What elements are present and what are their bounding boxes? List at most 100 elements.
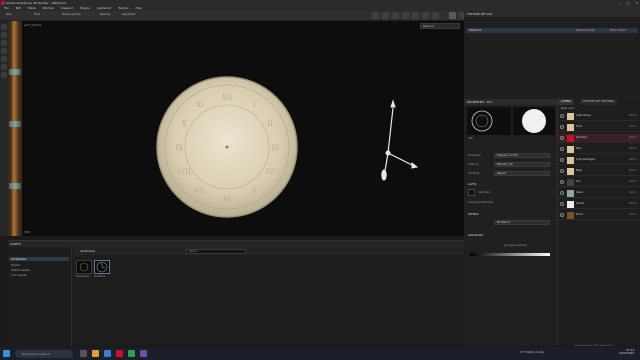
browser-icon[interactable]	[104, 350, 111, 357]
geometry-fill-tool-icon[interactable]	[1, 48, 7, 54]
layer-blend-mode[interactable]: Norm 1	[629, 114, 637, 117]
layer-thumb	[567, 179, 574, 186]
asset-thumbnail[interactable]	[76, 260, 92, 274]
asset-thumbnail-label: Clockface	[94, 275, 106, 278]
brush-icon[interactable]	[449, 12, 456, 19]
app-icon[interactable]	[140, 350, 147, 357]
properties-panel: PROPERTIES - FILL Fill Projection Tripla…	[464, 99, 558, 345]
alpha-thumb[interactable]	[468, 189, 475, 196]
tree-item-all-libraries[interactable]: All libraries	[9, 257, 69, 261]
projection-dropdown[interactable]: Triplanar / UV fill	[494, 153, 550, 158]
paint-tool-icon[interactable]	[1, 24, 7, 30]
layer-blend-mode[interactable]: Norm 1	[629, 147, 637, 150]
texture-set-mode[interactable]: Main shader	[610, 28, 626, 33]
symmetry-icon[interactable]	[412, 12, 419, 19]
eraser-tool-icon[interactable]	[1, 32, 7, 38]
app-icon[interactable]	[128, 350, 135, 357]
filtering-dropdown[interactable]: Bilinear | HQ	[494, 162, 550, 167]
layer-blend-mode[interactable]: Norm 1	[629, 125, 637, 128]
flow-setting[interactable]: Flow	[34, 13, 40, 16]
tree-item-your-assets[interactable]: Your assets	[11, 273, 26, 277]
picker-tool-icon[interactable]	[1, 72, 7, 78]
screenshot-icon[interactable]	[402, 12, 409, 19]
system-clock[interactable]: 07:14 21/07/2023	[619, 349, 634, 355]
smudge-tool-icon[interactable]	[1, 56, 7, 62]
assets-search-input[interactable]: Search	[186, 249, 246, 254]
eye-icon[interactable]	[560, 136, 564, 140]
os-taskbar: Type here to search 17°C Partly cloudy 0…	[0, 348, 640, 360]
camera-icon[interactable]	[372, 12, 379, 19]
properties-header: PROPERTIES - FILL	[464, 99, 558, 105]
spacing-setting[interactable]: Spacing	[100, 13, 110, 16]
layer-row[interactable]: Glass Norm 1	[558, 189, 640, 198]
texture-set-shader[interactable]: Default shader	[576, 28, 595, 33]
layer-blend-mode[interactable]: Norm 1	[629, 202, 637, 205]
projection-tool-icon[interactable]	[1, 40, 7, 46]
layer-name: Numbers	[576, 136, 588, 139]
svg-text:IX: IX	[175, 144, 183, 152]
fill-preview-thumb[interactable]	[467, 107, 511, 135]
eye-icon[interactable]	[560, 180, 564, 184]
uv-wrap-dropdown[interactable]: Repeat	[494, 171, 550, 176]
layer-name: Rust	[576, 147, 582, 150]
layer-blend-mode[interactable]: Norm 1	[629, 180, 637, 183]
layer-blend-mode[interactable]: Norm 1	[629, 136, 637, 139]
eye-icon[interactable]	[560, 114, 564, 118]
eye-icon[interactable]	[560, 191, 564, 195]
layer-row[interactable]: Light Damaged Norm 1	[558, 156, 640, 165]
tree-item-project[interactable]: Project	[11, 263, 20, 267]
eye-icon[interactable]	[560, 125, 564, 129]
eye-icon[interactable]	[560, 158, 564, 162]
tab-layers[interactable]: LAYERS	[558, 99, 574, 105]
texture-set-name: WallClock	[469, 29, 482, 32]
tree-item-starter-assets[interactable]: Starter assets	[11, 268, 30, 272]
layer-blend-mode[interactable]: Norm 1	[629, 169, 637, 172]
eye-icon[interactable]	[560, 202, 564, 206]
start-icon[interactable]	[3, 350, 10, 357]
asset-thumbnail-selected[interactable]	[94, 260, 110, 274]
render-icon[interactable]	[392, 12, 399, 19]
split-view-icon[interactable]	[382, 12, 389, 19]
layer-name: Wood	[576, 213, 583, 216]
weather-widget[interactable]: 17°C Partly cloudy	[520, 351, 544, 354]
tab-texture-set-settings[interactable]: TEXTURE SET SETTINGS	[580, 99, 618, 105]
stencil-dropdown[interactable]: No Stencil	[494, 220, 550, 225]
eye-icon[interactable]	[560, 213, 564, 217]
layer-row[interactable]: Wood Norm 1	[558, 211, 640, 220]
viewport-corner-label: HDRI	[24, 231, 31, 234]
layer-row[interactable]: Light Decay Norm 1	[558, 112, 640, 121]
size-setting[interactable]: Size	[6, 13, 11, 16]
fill-tab[interactable]: Fill	[469, 137, 472, 140]
display-icon[interactable]	[432, 12, 439, 19]
layer-channel-dropdown[interactable]: Base color	[561, 107, 574, 110]
material-sphere-preview[interactable]	[513, 107, 555, 135]
taskbar-search-input[interactable]: Type here to search	[15, 350, 73, 358]
layer-row[interactable]: Hands Norm 1	[558, 200, 640, 209]
assets-breadcrumb[interactable]: All libraries	[80, 249, 95, 253]
layer-row[interactable]: Dust Norm 1	[558, 123, 640, 132]
stencil-section-title: STENCIL	[468, 213, 479, 216]
grayscale-ramp[interactable]	[470, 253, 550, 256]
clone-tool-icon[interactable]	[1, 64, 7, 70]
layer-blend-mode[interactable]: Norm 1	[629, 191, 637, 194]
stroke-opacity-setting[interactable]: Stroke opacity	[62, 13, 81, 16]
layer-row[interactable]: Base Norm 1	[558, 167, 640, 176]
task-view-icon[interactable]	[80, 350, 87, 357]
assets-panel: ASSETS All libraries Project Starter ass…	[8, 240, 464, 346]
advanced-blending-toggle[interactable]: Advanced Blending	[468, 201, 493, 204]
eye-icon[interactable]	[560, 147, 564, 151]
eye-icon[interactable]	[560, 169, 564, 173]
layer-blend-mode[interactable]: Norm 1	[629, 213, 637, 216]
layer-blend-mode[interactable]: Norm 1	[629, 158, 637, 161]
file-explorer-icon[interactable]	[92, 350, 99, 357]
layer-row[interactable]: Iron Norm 1	[558, 178, 640, 187]
lock-icon[interactable]	[422, 12, 429, 19]
substance-painter-taskbar-icon[interactable]	[116, 350, 123, 357]
alignment-setting[interactable]: Alignment	[122, 13, 135, 16]
layer-row-selected[interactable]: Numbers Norm 1	[558, 134, 640, 143]
3d-viewport[interactable]: w15_UPL.txt Material XII I II III IV V V…	[22, 21, 464, 236]
layer-row[interactable]: Rust Norm 1	[558, 145, 640, 154]
texture-set-row[interactable]: WallClock Default shader Main shader	[466, 28, 638, 33]
grayscale-name: grunge-scratches	[504, 244, 527, 247]
svg-text:IV: IV	[266, 168, 275, 176]
